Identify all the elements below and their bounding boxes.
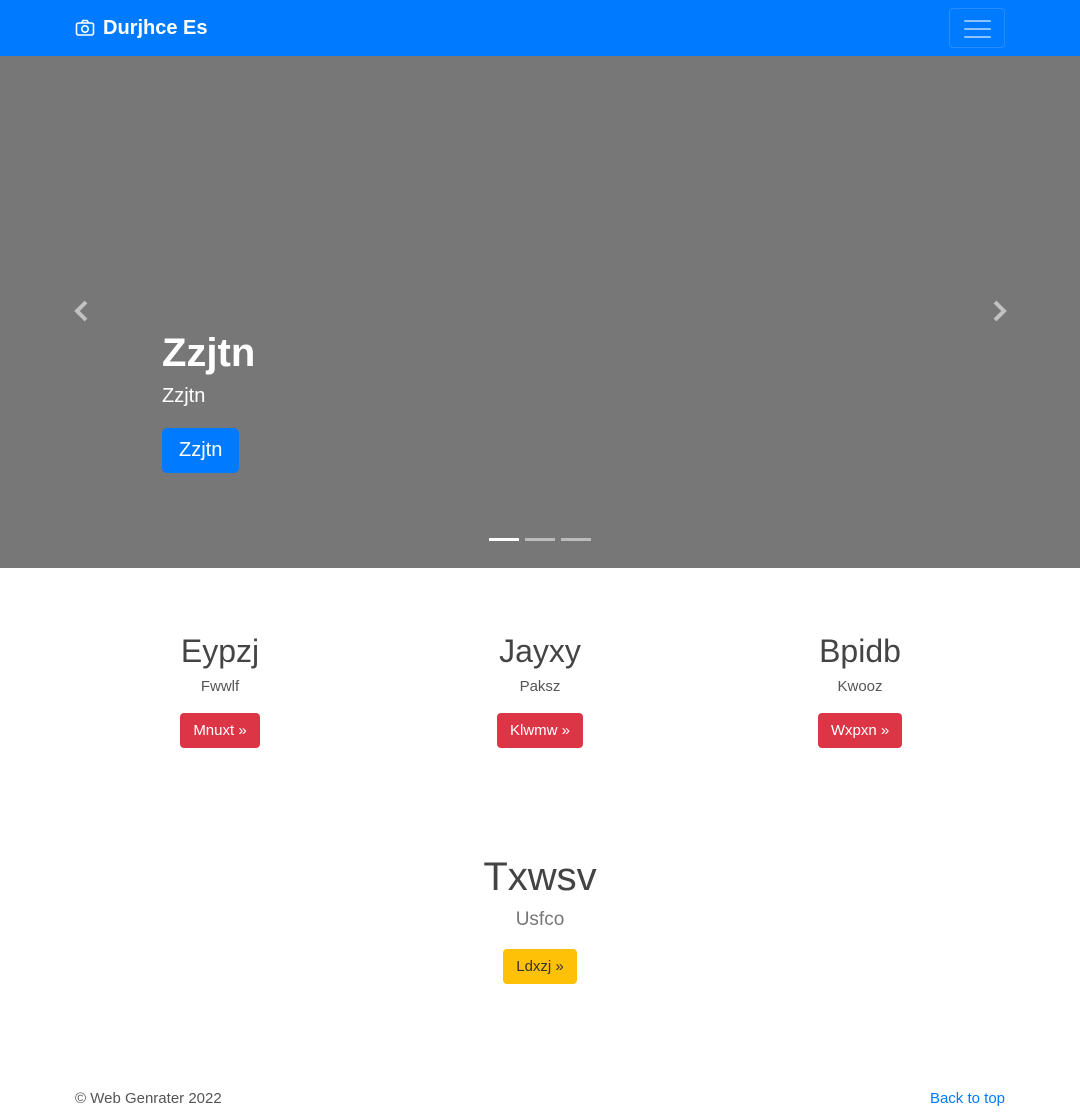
- feature-text: Kwooz: [837, 678, 883, 696]
- chevron-right-icon: [993, 300, 1007, 322]
- brand-name: Durjhce Es: [103, 16, 208, 39]
- carousel-next-button[interactable]: [984, 296, 1014, 326]
- hero-carousel: Zzjtn Zzjtn Zzjtn: [0, 56, 1080, 568]
- feature-title: Jayxy: [499, 633, 581, 669]
- promo-button[interactable]: Ldxzj »: [503, 949, 577, 984]
- hamburger-icon-line-3: [964, 36, 991, 38]
- carousel-prev-button[interactable]: [67, 296, 97, 326]
- feature-button[interactable]: Klwmw »: [496, 713, 583, 749]
- hamburger-icon-line-1: [964, 20, 991, 22]
- feature-text: Paksz: [519, 678, 561, 696]
- feature-button[interactable]: Wxpxn »: [817, 713, 903, 749]
- back-to-top-link[interactable]: Back to top: [930, 1090, 1005, 1107]
- promo-section: Txwsv Usfco Ldxzj »: [0, 853, 1080, 984]
- feature-title: Bpidb: [819, 633, 901, 669]
- feature-column: Jayxy Paksz Klwmw »: [380, 632, 700, 749]
- feature-text: Fwwlf: [200, 678, 240, 696]
- feature-columns: Eypzj Fwwlf Mnuxt » Jayxy Paksz Klwmw » …: [60, 632, 1020, 749]
- carousel-indicators: [489, 538, 591, 541]
- footer: © Web Genrater 2022 Back to top: [75, 1090, 1005, 1107]
- feature-column: Eypzj Fwwlf Mnuxt »: [60, 632, 380, 749]
- promo-title: Txwsv: [483, 855, 597, 899]
- feature-button[interactable]: Mnuxt »: [180, 713, 260, 749]
- carousel-indicator-2[interactable]: [525, 538, 555, 541]
- brand-link[interactable]: Durjhce Es: [75, 15, 207, 41]
- carousel-cta-button[interactable]: Zzjtn: [162, 428, 240, 473]
- feature-column: Bpidb Kwooz Wxpxn »: [700, 632, 1020, 749]
- chevron-left-icon: [74, 300, 88, 322]
- feature-title: Eypzj: [180, 633, 260, 669]
- footer-copyright: © Web Genrater 2022: [75, 1090, 222, 1107]
- promo-text: Usfco: [515, 909, 565, 930]
- camera-icon: [75, 19, 95, 36]
- carousel-indicator-3[interactable]: [561, 538, 591, 541]
- navbar-toggler-button[interactable]: [949, 8, 1005, 48]
- navbar: Durjhce Es: [0, 0, 1080, 56]
- carousel-text: Zzjtn: [162, 385, 206, 407]
- carousel-indicator-1[interactable]: [489, 538, 519, 541]
- carousel-caption: Zzjtn Zzjtn Zzjtn: [162, 331, 255, 473]
- hamburger-icon-line-2: [964, 28, 991, 30]
- carousel-title: Zzjtn: [162, 331, 256, 375]
